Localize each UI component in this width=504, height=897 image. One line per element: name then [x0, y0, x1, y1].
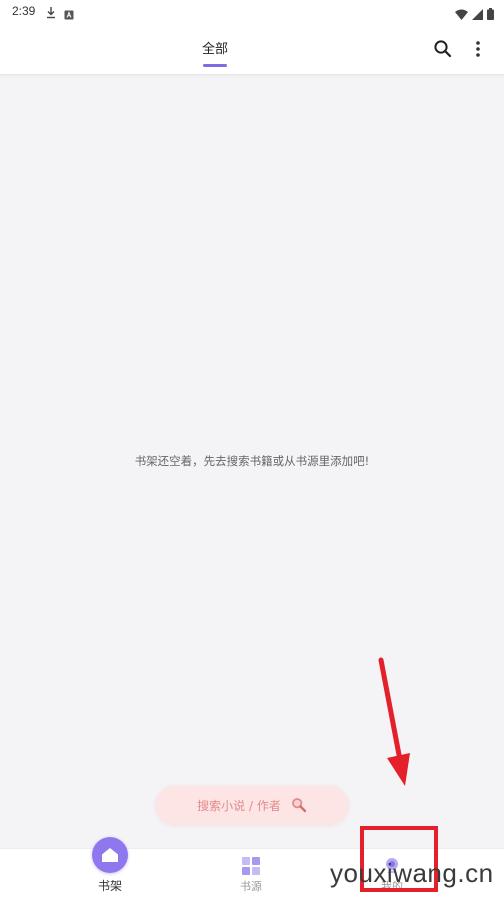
home-icon	[92, 837, 128, 873]
nav-item-bookshelf[interactable]: 书架	[70, 837, 150, 897]
notification-icon	[64, 5, 74, 24]
annotation-arrow	[378, 657, 410, 786]
app-bar: 全部	[0, 24, 504, 75]
search-novel-button[interactable]: 搜索小说 / 作者	[156, 786, 348, 824]
watermark: youxiwang.cn	[330, 858, 494, 888]
tab-indicator	[203, 64, 227, 67]
status-time: 2:39	[12, 4, 36, 18]
battery-icon	[487, 5, 494, 24]
empty-shelf-message: 书架还空着，先去搜索书籍或从书源里添加吧!	[134, 454, 370, 468]
grid-icon	[242, 857, 260, 879]
search-icon[interactable]	[432, 38, 454, 60]
more-vert-icon[interactable]	[470, 38, 486, 60]
wifi-icon	[455, 5, 468, 24]
nav-item-source[interactable]: 书源	[211, 849, 291, 897]
magnifier-icon	[291, 797, 307, 813]
nav-label-source: 书源	[240, 880, 262, 893]
signal-icon	[472, 5, 483, 24]
status-right-icons	[455, 5, 494, 24]
nav-label-bookshelf: 书架	[97, 879, 122, 893]
status-bar: 2:39	[0, 0, 504, 24]
search-novel-label: 搜索小说 / 作者	[197, 798, 281, 813]
tab-all[interactable]: 全部	[197, 38, 233, 57]
download-icon	[46, 4, 56, 23]
